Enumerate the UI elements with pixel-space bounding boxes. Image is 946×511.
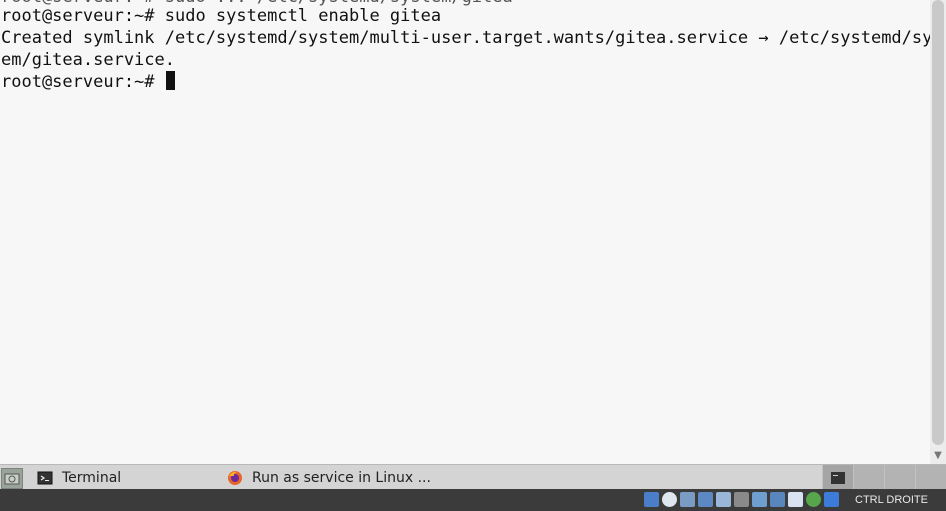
vm-status-bar: CTRL DROITE [0, 489, 946, 511]
workspace-3[interactable] [884, 465, 915, 490]
audio-icon[interactable] [680, 492, 695, 507]
terminal-command-line: root@serveur:~# sudo systemctl enable gi… [1, 6, 442, 26]
network-icon[interactable] [698, 492, 713, 507]
optical-drive-icon[interactable] [662, 492, 677, 507]
workspace-2[interactable] [853, 465, 884, 490]
video-capture-icon[interactable] [770, 492, 785, 507]
workspace-switcher[interactable] [822, 465, 946, 490]
firefox-icon [228, 470, 242, 485]
shared-folder-icon[interactable] [734, 492, 749, 507]
display-icon[interactable] [752, 492, 767, 507]
terminal-icon [831, 471, 845, 484]
scrollbar-thumb[interactable] [932, 0, 944, 445]
virtualization-icon[interactable] [788, 492, 803, 507]
task-label: Terminal [62, 469, 122, 486]
prompt-text: root@serveur:~# [1, 72, 165, 92]
hard-disk-icon[interactable] [644, 492, 659, 507]
usb-icon[interactable] [716, 492, 731, 507]
guest-additions-icon[interactable] [806, 492, 821, 507]
show-desktop-icon[interactable] [1, 468, 23, 489]
taskbar-task-terminal[interactable]: Terminal [37, 465, 222, 490]
terminal-icon [37, 471, 53, 484]
scroll-down-icon[interactable]: ▼ [930, 447, 946, 464]
text-cursor [165, 71, 175, 90]
terminal-output-line-wrap: em/gitea.service. [1, 50, 175, 70]
host-key-label: CTRL DROITE [855, 494, 928, 506]
terminal-prompt-line[interactable]: root@serveur:~# [1, 71, 175, 93]
taskbar: Terminal Run as service in Linux ... [0, 464, 946, 490]
taskbar-task-firefox[interactable]: Run as service in Linux ... [227, 465, 527, 490]
terminal-output-line: Created symlink /etc/systemd/system/mult… [1, 28, 930, 48]
arrow-down-icon[interactable] [824, 492, 839, 507]
workspace-4[interactable] [915, 465, 946, 490]
task-label: Run as service in Linux ... [252, 469, 431, 486]
terminal-window[interactable]: root@serveur:~# sudo ... /etc/systemd/sy… [0, 0, 930, 464]
workspace-1[interactable] [822, 465, 853, 490]
